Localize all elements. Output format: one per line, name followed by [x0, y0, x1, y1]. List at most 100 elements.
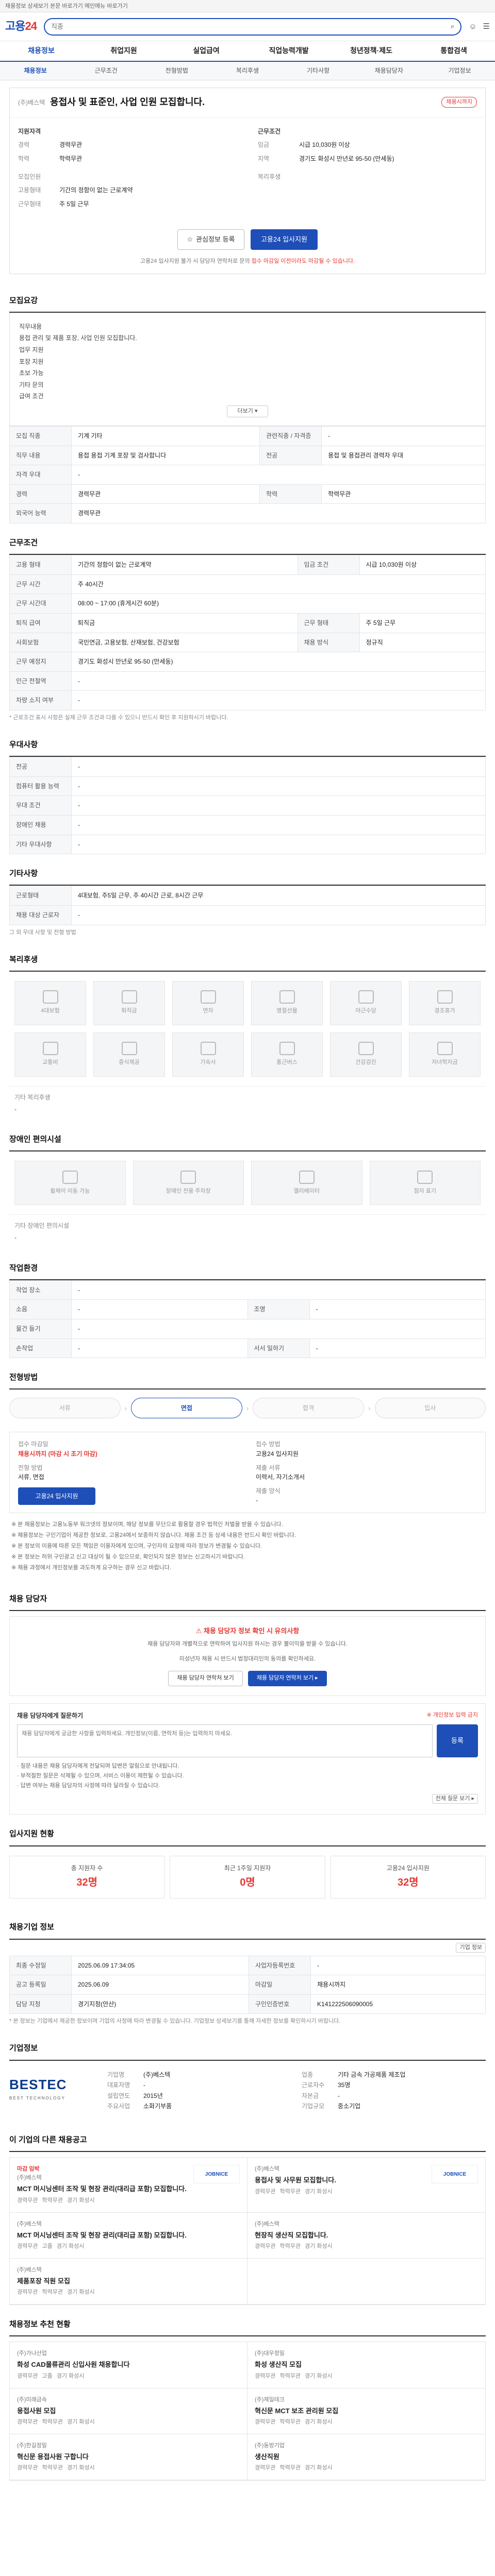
job-item-company: (주)한길정밀 [17, 2442, 47, 2449]
detail-tab[interactable]: 기업정보 [424, 66, 495, 76]
job-item-title[interactable]: 화성 CAD물류관리 신입사원 채용합니다 [17, 2360, 240, 2370]
welfare-item: 연차 [172, 980, 244, 1025]
job-item-meta: 경력무관 고졸 경기 화성시 [17, 2372, 240, 2381]
qa-more-button[interactable]: 전체 질문 보기 ▸ [432, 1794, 478, 1804]
job-item-title[interactable]: MCT 머시닝센터 조작 및 현장 관리(대리급 포함) 모집합니다. [17, 2230, 240, 2241]
workenv-table: 작업 장소 - 소음 - 조명 - 물건 들기 - 손작업 - 서서 일하기 - [9, 1280, 486, 1359]
welfare-label: 경조휴가 [434, 1008, 455, 1014]
scrap-button[interactable]: ☆ 관심정보 등록 [177, 229, 244, 250]
job-item-title[interactable]: MCT 머시닝센터 조작 및 현장 관리(대리급 포함) 모집합니다. [17, 2184, 188, 2194]
table-key: 경력 [9, 484, 72, 504]
job-item-meta-value: 경기 화성시 [67, 2464, 95, 2471]
stats-section: 입사지원 현황 총 지원자 수 32명 최근 1주일 지원자 0명 고용24 입사지원 3… [9, 1815, 486, 1908]
table-value: - [71, 795, 486, 816]
job-list-item[interactable]: (주)베스텍 현장직 생산직 모집합니다. 경력무관 학력무관 경기 화성시 [248, 2213, 485, 2259]
company-key: 기업명 [107, 2071, 125, 2078]
table-row: 물건 들기 - [9, 1318, 486, 1339]
job-item-title[interactable]: 용접사원 모집 [17, 2406, 240, 2416]
detail-tab[interactable]: 복리후생 [212, 66, 283, 76]
nav-item[interactable]: 직업능력개발 [248, 41, 330, 61]
job-item-meta-value: 학력무관 [279, 2243, 301, 2249]
apply-button-2[interactable]: 고용24 입사지원 [18, 1487, 95, 1505]
contact-view-button[interactable]: 채용 담당자 연락처 보기 [168, 1670, 243, 1686]
job-item-meta-value: 경기 화성시 [304, 2243, 333, 2249]
job-item-title[interactable]: 용접사 및 사무원 모집합니다. [255, 2175, 426, 2185]
company-value: - [338, 2092, 340, 2099]
company-name[interactable]: (주)베스텍 [18, 98, 45, 108]
detail-tab[interactable]: 기타사항 [283, 66, 354, 76]
detail-tab[interactable]: 채용정보 [0, 66, 71, 76]
contact-view-button-2[interactable]: 채용 담당자 연락처 보기 ▸ [248, 1670, 327, 1686]
table-row: 근무 시간대 08:00 ~ 17:00 (휴게시간 60분) [9, 594, 486, 614]
table-row: 퇴직 급여 퇴직금 근무 형태 주 5일 근무 [9, 613, 486, 633]
table-value: - [71, 834, 486, 855]
job-item-title[interactable]: 혁신문 MCT 보조 관리원 모집 [255, 2406, 478, 2416]
accessibility-icon [62, 1170, 78, 1184]
table-value: - [71, 776, 486, 796]
process-note: ※ 본 채용정보는 고용노동부 워크넷의 정보이며, 해당 정보를 무단으로 활… [11, 1521, 283, 1528]
user-icon[interactable]: ☺ [469, 21, 476, 32]
job-list-item[interactable]: (주)대우정밀 화성 생산직 모집 경력무관 학력무관 경기 화성시 [248, 2342, 485, 2388]
job-item-title[interactable]: 화성 생산직 모집 [255, 2360, 478, 2370]
table-key: 직무 내용 [9, 445, 72, 466]
job-list-item[interactable]: (주)가나산업 화성 CAD물류관리 신입사원 채용합니다 경력무관 고졸 경기 화성시 [10, 2342, 248, 2388]
apply-key: 제출 양식 [256, 1487, 280, 1495]
process-title: 전형방법 [9, 1371, 486, 1390]
table-row: 공고 등록일 2025.06.09 마감일 채용시까지 [9, 1975, 486, 1995]
nav-item[interactable]: 실업급여 [165, 41, 248, 61]
job-item-title[interactable]: 생산직원 [255, 2452, 478, 2462]
apply-button[interactable]: 고용24 입사지원 [251, 229, 318, 250]
job-list-item[interactable]: (주)한길정밀 혁신문 용접사원 구합니다 경력무관 학력무관 경기 화성시 [10, 2434, 248, 2481]
job-title: 용접사 및 표준인, 사업 인원 모집합니다. [50, 97, 205, 107]
table-key: 컴퓨터 활용 능력 [9, 776, 72, 796]
job-item-meta: 경력무관 학력무관 경기 화성시 [255, 2372, 478, 2381]
table-key: 소음 [9, 1299, 72, 1319]
table-row: 외국어 능력 경력무관 [9, 503, 486, 523]
table-key: 물건 들기 [9, 1318, 72, 1339]
reg-tag[interactable]: 기업 정보 [456, 1942, 486, 1953]
qa-textarea[interactable] [17, 1724, 433, 1758]
job-item-title[interactable]: 현장직 생산직 모집합니다. [255, 2230, 478, 2241]
search-icon[interactable]: ⌕ [451, 21, 454, 31]
stat-label: 최근 1주일 지원자 [224, 1864, 271, 1872]
accessibility-icon [180, 1170, 196, 1184]
menu-icon[interactable]: ☰ [483, 21, 490, 32]
job-item-meta-value: 학력무관 [279, 2188, 301, 2195]
detail-tab[interactable]: 전형방법 [141, 66, 212, 76]
job-item-meta-value: 경력무관 [255, 2243, 276, 2249]
nav-item[interactable]: 청년정책·제도 [330, 41, 412, 61]
job-list-item[interactable]: 마감 임박 (주)베스텍 MCT 머시닝센터 조작 및 현장 관리(대리급 포함) … [10, 2158, 248, 2213]
summary-value: 기간의 정함이 없는 근로계약 [59, 187, 133, 194]
stat-label: 총 지원자 수 [71, 1864, 103, 1872]
nav-item[interactable]: 통합검색 [412, 41, 495, 61]
company-value: 중소기업 [338, 2103, 361, 2110]
job-list-item[interactable]: (주)베스텍 제품포장 직원 모집 경력무관 학력무관 경기 화성시 [10, 2258, 248, 2305]
job-item-meta-value: 경기 화성시 [56, 2372, 85, 2379]
site-logo[interactable]: 고용24 [5, 18, 37, 35]
job-list-item[interactable]: (주)동방기업 생산직원 경력무관 학력무관 경기 화성시 [248, 2434, 485, 2481]
job-list-item[interactable]: (주)베스텍 MCT 머시닝센터 조작 및 현장 관리(대리급 포함) 모집합니다… [10, 2212, 248, 2259]
more-button[interactable]: 더보기 ▾ [227, 405, 268, 417]
qa-line: · 질문 내용은 채용 담당자에게 전달되며 답변은 알림으로 안내됩니다. [17, 1763, 179, 1770]
job-item-title[interactable]: 제품포장 직원 모집 [17, 2276, 240, 2286]
detail-tab[interactable]: 채용담당자 [354, 66, 424, 76]
welfare-label: 중식제공 [119, 1059, 140, 1066]
table-key: 고용 형태 [9, 555, 72, 575]
benefit-icon [42, 1042, 58, 1056]
search-input[interactable] [51, 23, 447, 30]
job-item-title[interactable]: 혁신문 용접사원 구합니다 [17, 2452, 240, 2462]
job-list-item[interactable]: (주)제일테크 혁신문 MCT 보조 관리원 모집 경력무관 학력무관 경기 화성시 [248, 2388, 485, 2434]
table-value: 정규직 [359, 632, 486, 653]
reg-tag-row: 기업 정보 [9, 1940, 486, 1956]
qa-submit-button[interactable]: 등록 [437, 1724, 478, 1758]
detail-tab[interactable]: 근무조건 [71, 66, 141, 76]
process-section: 전형방법 서류 › 면접 › 합격 › 입사 접수 마감일 채용시까지 (마감 시 조기 마감… [9, 1358, 486, 1580]
job-list-item[interactable]: (주)베스텍 용접사 및 사무원 모집합니다. 경력무관 학력무관 경기 화성시 JOBN… [248, 2158, 485, 2213]
description-line: 용접 관리 및 제품 포장, 사업 인원 모집합니다. [19, 334, 137, 342]
nav-item[interactable]: 채용정보 [0, 41, 82, 61]
benefit-icon [42, 990, 58, 1004]
job-list-item[interactable]: (주)미래금속 용접사원 모집 경력무관 학력무관 경기 화성시 [10, 2388, 248, 2434]
nav-item[interactable]: 취업지원 [82, 41, 165, 61]
summary-value: 주 5일 근무 [59, 200, 89, 208]
table-key: 관련직종 / 자격증 [259, 426, 322, 446]
